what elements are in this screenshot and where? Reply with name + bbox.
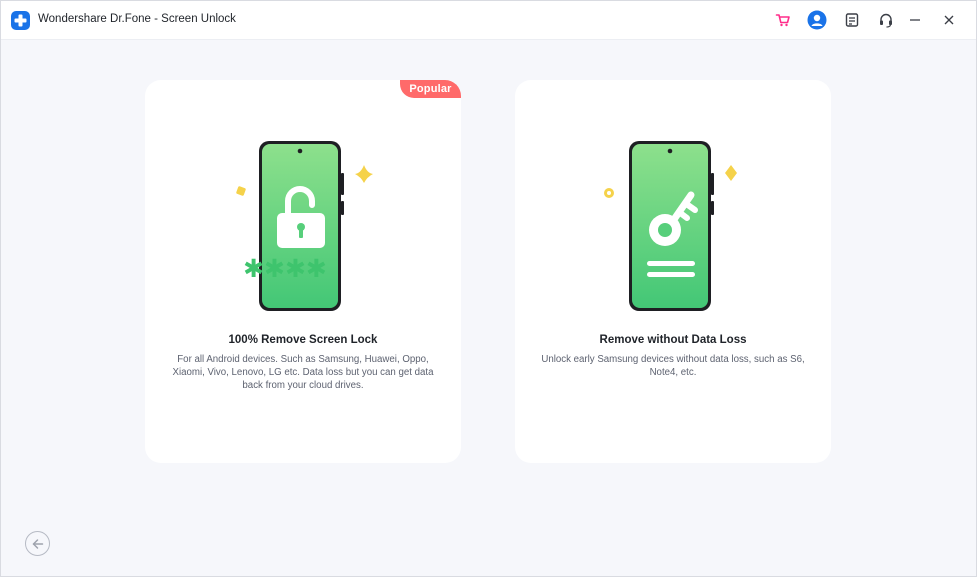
popular-badge: Popular xyxy=(400,80,461,98)
card-title: Remove without Data Loss xyxy=(599,334,747,346)
card-description: For all Android devices. Such as Samsung… xyxy=(172,354,434,391)
sparkle-icon xyxy=(725,165,737,181)
window-title: Wondershare Dr.Fone - Screen Unlock xyxy=(38,13,236,25)
sparkle-icon xyxy=(355,165,373,183)
cart-icon[interactable] xyxy=(772,9,794,31)
app-logo-icon xyxy=(11,11,30,30)
phone-key-icon xyxy=(515,135,831,320)
back-arrow-icon xyxy=(32,538,43,549)
phone-unlock-icon: ✱✱✱✱ xyxy=(145,135,461,320)
minimize-icon[interactable] xyxy=(904,9,926,31)
password-mask: ✱✱✱✱ xyxy=(243,254,327,283)
card-description: Unlock early Samsung devices without dat… xyxy=(541,354,805,378)
back-button[interactable] xyxy=(25,531,50,556)
headset-icon[interactable] xyxy=(875,9,897,31)
account-icon[interactable] xyxy=(806,9,828,31)
close-icon[interactable] xyxy=(938,9,960,31)
sparkle-icon xyxy=(236,186,246,196)
title-bar: Wondershare Dr.Fone - Screen Unlock xyxy=(1,1,976,40)
card-remove-screen-lock[interactable]: Popular ✱✱✱✱ 100% Remove Screen Lock For… xyxy=(145,80,461,463)
app-window: Wondershare Dr.Fone - Screen Unlock Popu… xyxy=(0,0,977,577)
feedback-icon[interactable] xyxy=(841,9,863,31)
card-title: 100% Remove Screen Lock xyxy=(228,334,378,346)
card-remove-without-data-loss[interactable]: Remove without Data Loss Unlock early Sa… xyxy=(515,80,831,463)
